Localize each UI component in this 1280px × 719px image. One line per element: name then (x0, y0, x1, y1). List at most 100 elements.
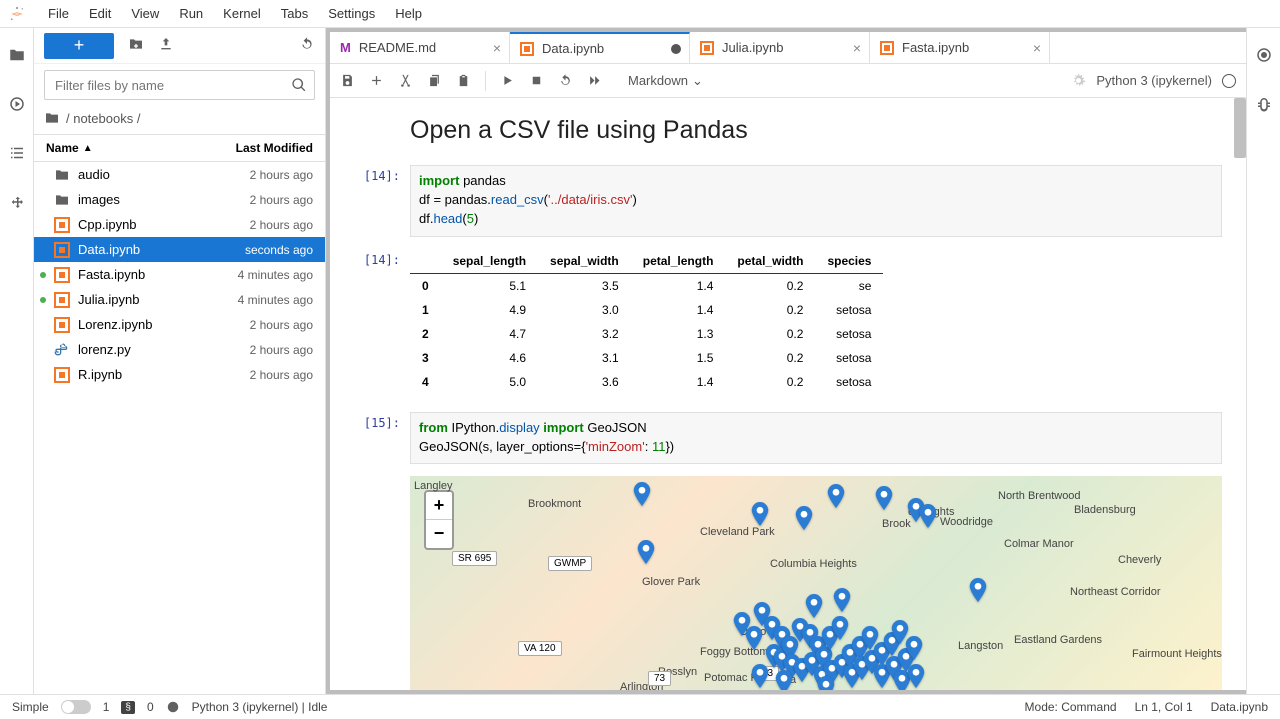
map-marker-icon[interactable] (872, 486, 896, 510)
map-marker-icon[interactable] (902, 636, 926, 660)
current-file: Data.ipynb (1211, 700, 1268, 714)
mode-indicator: Mode: Command (1025, 700, 1117, 714)
markdown-heading: Open a CSV file using Pandas (410, 116, 1222, 145)
right-activity-bar (1246, 28, 1280, 694)
output-prompt: [14]: (354, 249, 410, 394)
new-folder-icon[interactable] (128, 36, 144, 55)
map-marker-icon[interactable] (966, 578, 990, 602)
map-marker-icon[interactable] (748, 502, 772, 526)
file-row[interactable]: R.ipynb2 hours ago (34, 362, 325, 387)
code-cell[interactable]: from IPython.display import GeoJSONGeoJS… (410, 412, 1222, 464)
run-icon[interactable] (500, 73, 515, 88)
map-place-label: Brookmont (528, 498, 581, 510)
breadcrumb[interactable]: / notebooks / (34, 106, 325, 134)
file-list-header[interactable]: Name ▲ Last Modified (34, 134, 325, 162)
file-row[interactable]: Data.ipynbseconds ago (34, 237, 325, 262)
map-place-label: Langley (414, 480, 453, 492)
kernels-count[interactable]: 0 (147, 700, 154, 714)
kernel-name[interactable]: Python 3 (ipykernel) (1096, 73, 1212, 88)
menu-help[interactable]: Help (385, 2, 432, 25)
map-place-label: Langston (958, 640, 1003, 652)
restart-icon[interactable] (558, 73, 573, 88)
simple-mode-toggle[interactable] (61, 700, 91, 714)
map-place-label: Bladensburg (1074, 504, 1136, 516)
menu-settings[interactable]: Settings (318, 2, 385, 25)
file-row[interactable]: Fasta.ipynb4 minutes ago (34, 262, 325, 287)
jupyter-logo-icon[interactable] (4, 1, 30, 27)
filter-input[interactable] (44, 70, 315, 100)
close-icon[interactable]: × (853, 40, 861, 56)
scrollbar[interactable] (1234, 98, 1246, 158)
terminals-count[interactable]: 1 (103, 700, 110, 714)
debugger-icon[interactable] (1255, 95, 1273, 116)
map-marker-icon[interactable] (814, 676, 838, 690)
map-marker-icon[interactable] (630, 482, 654, 506)
extensions-icon[interactable] (8, 193, 26, 214)
file-row[interactable]: images2 hours ago (34, 187, 325, 212)
cursor-position: Ln 1, Col 1 (1135, 700, 1193, 714)
menu-kernel[interactable]: Kernel (213, 2, 271, 25)
map-place-label: Columbia Heights (770, 558, 857, 570)
refresh-icon[interactable] (299, 36, 315, 55)
map-place-label: North Brentwood (998, 490, 1081, 502)
map-output[interactable]: + − Langley Brookmont Cleveland Park Columb… (410, 476, 1222, 690)
close-icon[interactable]: × (1033, 40, 1041, 56)
zoom-in-button[interactable]: + (426, 492, 452, 520)
tab-Fasta-ipynb[interactable]: Fasta.ipynb× (870, 32, 1050, 63)
file-row[interactable]: Julia.ipynb4 minutes ago (34, 287, 325, 312)
map-marker-icon[interactable] (802, 594, 826, 618)
map-marker-icon[interactable] (634, 540, 658, 564)
notebook-body[interactable]: Open a CSV file using Pandas [14]: impor… (330, 98, 1246, 690)
close-icon[interactable]: × (493, 40, 501, 56)
file-browser: + / notebooks / Name ▲ Last Modified aud… (34, 28, 326, 694)
menu-view[interactable]: View (121, 2, 169, 25)
save-icon[interactable] (340, 73, 355, 88)
gear-icon[interactable] (1071, 73, 1086, 88)
menu-file[interactable]: File (38, 2, 79, 25)
kernel-status[interactable]: Python 3 (ipykernel) | Idle (192, 700, 328, 714)
file-row[interactable]: Lorenz.ipynb2 hours ago (34, 312, 325, 337)
zoom-out-button[interactable]: − (426, 520, 452, 548)
running-icon[interactable] (8, 95, 26, 116)
main-panel: MREADME.md×Data.ipynbJulia.ipynb×Fasta.i… (326, 28, 1246, 694)
tab-README-md[interactable]: MREADME.md× (330, 32, 510, 63)
add-cell-icon[interactable] (369, 73, 384, 88)
map-marker-icon[interactable] (748, 664, 772, 688)
menu-edit[interactable]: Edit (79, 2, 121, 25)
upload-icon[interactable] (158, 36, 174, 55)
map-marker-icon[interactable] (830, 588, 854, 612)
map-marker-icon[interactable] (772, 670, 796, 690)
stop-icon[interactable] (529, 73, 544, 88)
input-prompt: [14]: (354, 165, 410, 237)
map-marker-icon[interactable] (792, 506, 816, 530)
code-cell[interactable]: import pandasdf = pandas.read_csv('../da… (410, 165, 1222, 237)
menu-tabs[interactable]: Tabs (271, 2, 318, 25)
zoom-control: + − (424, 490, 454, 550)
search-icon (291, 77, 307, 93)
tab-Data-ipynb[interactable]: Data.ipynb (510, 32, 690, 63)
celltype-select[interactable]: Markdown⌄ (622, 71, 709, 91)
status-bar: Simple 1 § 0 Python 3 (ipykernel) | Idle… (0, 694, 1280, 719)
tab-bar: MREADME.md×Data.ipynbJulia.ipynb×Fasta.i… (330, 32, 1246, 64)
file-row[interactable]: audio2 hours ago (34, 162, 325, 187)
run-all-icon[interactable] (587, 73, 602, 88)
property-inspector-icon[interactable] (1255, 46, 1273, 67)
tab-Julia-ipynb[interactable]: Julia.ipynb× (690, 32, 870, 63)
map-place-label: Cleveland Park (700, 526, 775, 538)
new-launcher-button[interactable]: + (44, 33, 114, 59)
toc-icon[interactable] (8, 144, 26, 165)
file-row[interactable]: Cpp.ipynb2 hours ago (34, 212, 325, 237)
map-road-label: 73 (648, 671, 671, 686)
map-road-label: GWMP (548, 556, 592, 571)
map-marker-icon[interactable] (824, 484, 848, 508)
menu-run[interactable]: Run (169, 2, 213, 25)
cut-icon[interactable] (398, 73, 413, 88)
folder-icon[interactable] (8, 46, 26, 67)
file-row[interactable]: lorenz.py2 hours ago (34, 337, 325, 362)
folder-icon (44, 110, 60, 126)
paste-icon[interactable] (456, 73, 471, 88)
kernel-status-icon[interactable] (1222, 74, 1236, 88)
map-marker-icon[interactable] (904, 664, 928, 688)
map-marker-icon[interactable] (916, 504, 940, 528)
copy-icon[interactable] (427, 73, 442, 88)
